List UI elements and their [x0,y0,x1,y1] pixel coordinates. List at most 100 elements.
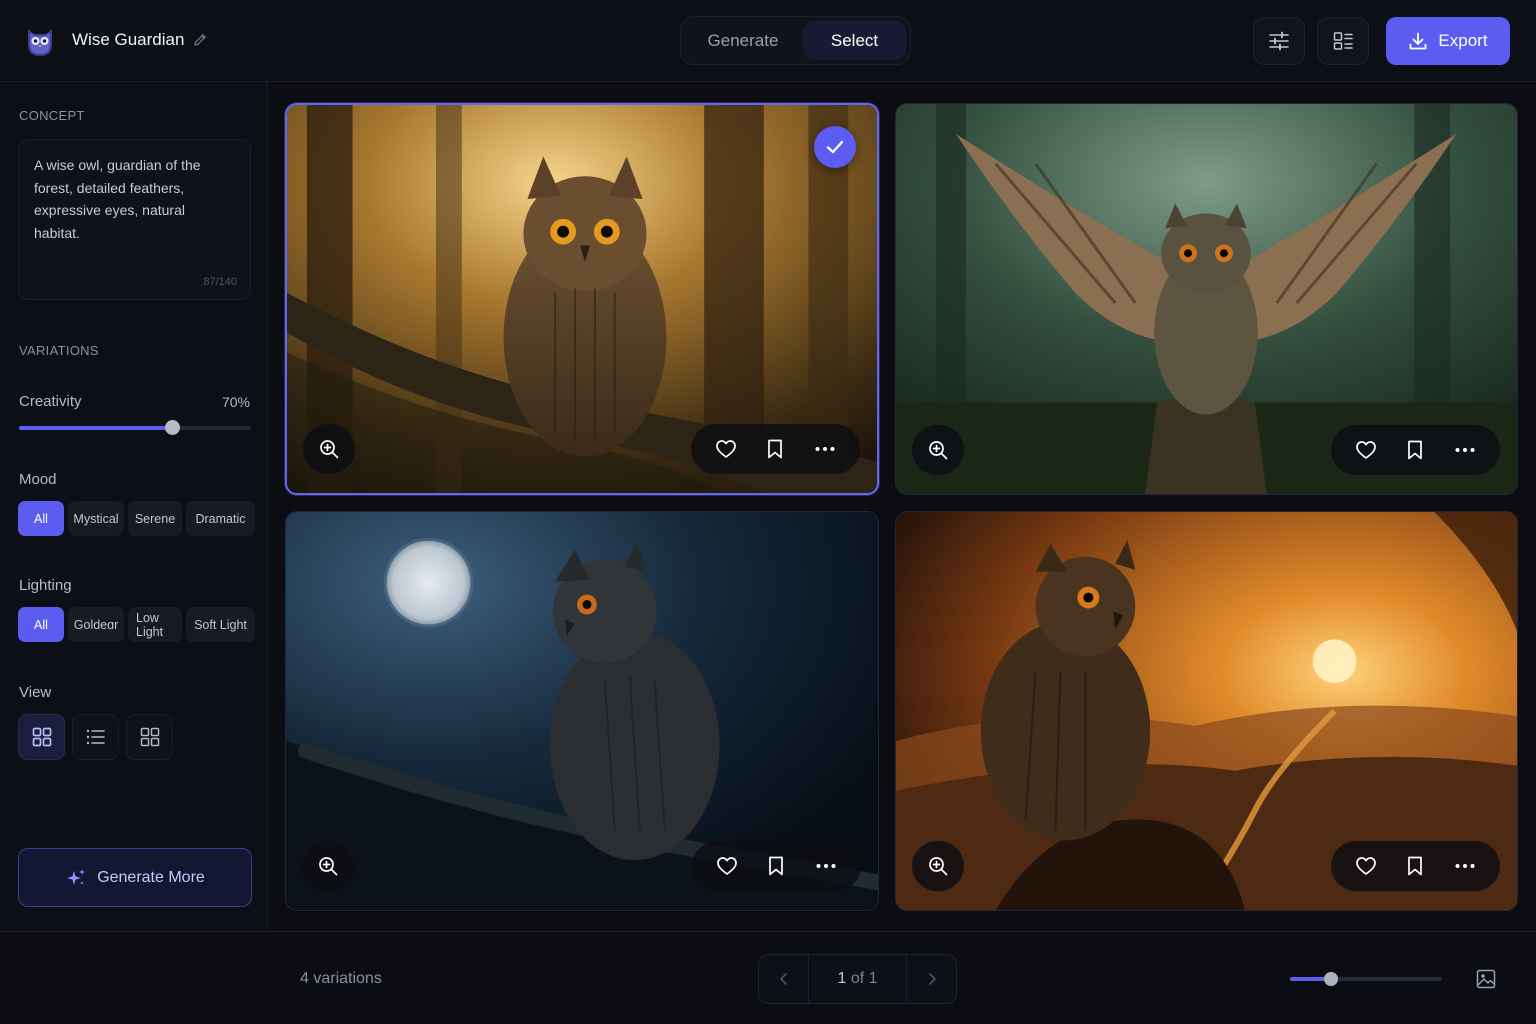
more-options-button[interactable] [806,846,846,886]
top-bar: Wise Guardian Generate Select Export [0,0,1536,82]
card-actions [1331,425,1500,475]
tile-view-icon [140,727,159,747]
tile-view-button[interactable] [126,714,173,760]
bookmark-icon [1408,856,1423,876]
lighting-label: Lighting [19,577,72,594]
creativity-slider-fill [19,426,173,430]
lighting-chip-all[interactable]: All [18,607,64,642]
zoom-in-icon [929,857,948,876]
page-indicator: 1 of 1 [809,970,906,988]
bookmark-button[interactable] [1395,846,1435,886]
heart-icon [715,440,736,458]
zoom-button[interactable] [303,424,355,474]
filter-settings-button[interactable] [1253,17,1305,65]
owl-logo-icon[interactable] [24,24,56,58]
generate-more-button[interactable]: Generate More [18,848,252,907]
creativity-slider-thumb[interactable] [165,420,181,435]
variations-count: 4 variations [300,970,382,987]
mood-label: Mood [19,471,57,488]
more-dots-icon [1455,864,1475,868]
image-card-3[interactable] [285,511,879,911]
creativity-slider[interactable] [19,420,251,435]
more-options-button[interactable] [805,429,845,469]
favorite-button[interactable] [1346,846,1386,886]
zoom-button[interactable] [912,841,964,891]
list-view-icon [86,729,105,745]
lighting-chip-low-light[interactable]: Low Light [128,607,182,642]
list-view-button[interactable] [72,714,119,760]
heart-icon [716,857,737,875]
lighting-chip-soft-light[interactable]: Soft Light [186,607,255,642]
grid-view-button[interactable] [18,714,65,760]
image-card-1[interactable] [285,103,879,495]
image-card-4[interactable] [895,511,1518,911]
chevron-right-icon [928,973,936,985]
favorite-button[interactable] [707,846,747,886]
chevron-left-icon [779,973,787,985]
zoom-in-icon [929,441,948,460]
more-options-button[interactable] [1445,846,1485,886]
card-actions [1331,841,1500,891]
pencil-edit-icon[interactable] [192,32,208,48]
concept-label: CONCEPT [19,108,85,123]
generate-more-label: Generate More [97,868,205,886]
page-current: 1 [837,970,847,987]
bookmark-icon [768,439,783,459]
bookmark-button[interactable] [1395,430,1435,470]
bottom-bar: 4 variations 1 of 1 [0,931,1536,1024]
bookmark-icon [1408,440,1423,460]
card-actions [692,841,861,891]
page-total: of 1 [850,970,878,987]
mood-chip-all[interactable]: All [18,501,64,536]
zoom-in-icon [319,857,338,876]
card-actions [691,424,860,474]
sidebar: CONCEPT A wise owl, guardian of the fore… [0,82,268,930]
image-icon[interactable] [1475,968,1497,990]
thumbnail-size-thumb[interactable] [1324,972,1339,986]
layout-icon [1333,32,1353,50]
mood-chip-dramatic[interactable]: Dramatic [186,501,255,536]
sparkle-icon [67,868,86,885]
concept-textarea[interactable]: A wise owl, guardian of the forest, deta… [18,139,251,300]
previous-page-button[interactable] [759,955,809,1003]
favorite-button[interactable] [1346,430,1386,470]
mood-chip-serene[interactable]: Serene [128,501,182,536]
mode-switch: Generate Select [680,16,911,65]
more-dots-icon [816,864,836,868]
view-label: View [19,684,52,701]
zoom-button[interactable] [912,425,964,475]
zoom-in-icon [320,440,339,459]
char-count: 87/140 [203,276,237,288]
lighting-chip-golden[interactable]: Goldeɑr [68,607,124,642]
more-dots-icon [1455,448,1475,452]
lighting-options: All Goldeɑr Low Light Soft Light [18,607,255,642]
image-card-2[interactable] [895,103,1518,495]
favorite-button[interactable] [706,429,746,469]
bookmark-button[interactable] [755,429,795,469]
layout-button[interactable] [1317,17,1369,65]
tab-generate[interactable]: Generate [685,21,801,60]
selected-check-badge[interactable] [814,126,856,168]
zoom-button[interactable] [302,841,354,891]
sliders-icon [1269,31,1289,51]
next-page-button[interactable] [906,955,956,1003]
bookmark-button[interactable] [756,846,796,886]
pagination: 1 of 1 [758,954,957,1004]
view-options [18,714,173,760]
heart-icon [1355,857,1376,875]
export-button[interactable]: Export [1386,17,1510,65]
mood-options: All Mystical Serene Dramatic [18,501,255,536]
tab-select[interactable]: Select [803,21,906,60]
thumbnail-size-slider[interactable] [1290,972,1442,986]
creativity-label: Creativity [19,393,82,410]
project-name[interactable]: Wise Guardian [72,30,184,50]
grid-view-icon [32,727,51,747]
more-dots-icon [815,447,835,451]
mood-chip-mystical[interactable]: Mystical [68,501,124,536]
download-icon [1410,32,1427,50]
variations-label: VARIATIONS [19,343,99,358]
more-options-button[interactable] [1445,430,1485,470]
creativity-value: 70% [221,394,250,410]
heart-icon [1355,441,1376,459]
bookmark-icon [769,856,784,876]
